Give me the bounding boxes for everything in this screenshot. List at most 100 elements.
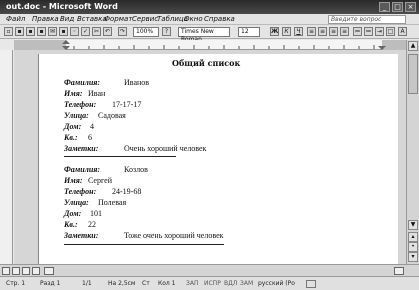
menu-view[interactable]: Вид — [60, 15, 74, 23]
scroll-left-icon[interactable] — [44, 267, 54, 275]
border-icon[interactable]: □ — [386, 27, 395, 36]
record2-phone-label: Телефон: — [64, 187, 97, 196]
scroll-right-icon[interactable] — [394, 267, 404, 275]
menu-insert[interactable]: Вставка — [77, 15, 107, 23]
record-separator — [64, 244, 224, 245]
record2-surname-label: Фамилия: — [64, 165, 101, 174]
permission-icon[interactable]: ▪ — [37, 27, 46, 36]
help-question-input[interactable]: Введите вопрос — [328, 15, 406, 24]
status-section: Разд 1 — [40, 280, 61, 287]
status-language: русский (Ро — [258, 280, 295, 287]
record1-apt-label: Кв.: — [64, 133, 78, 142]
indent-icon[interactable]: ⇥ — [375, 27, 384, 36]
title-bar: out.doc - Microsoft Word _ □ × — [0, 0, 419, 14]
justify-icon[interactable]: ≡ — [340, 27, 349, 36]
status-page: Стр. 1 — [6, 280, 26, 287]
record2-house-label: Дом: — [64, 209, 82, 218]
spelling-status-icon[interactable] — [306, 280, 316, 288]
record1-notes-value: Очень хороший человек — [124, 144, 207, 153]
next-page-icon[interactable]: ▾ — [408, 252, 418, 262]
menu-format[interactable]: Формат — [104, 15, 132, 23]
redo-icon[interactable]: ↷ — [118, 27, 127, 36]
zoom-select[interactable]: 100% — [133, 27, 159, 37]
bullets-icon[interactable]: ≔ — [364, 27, 373, 36]
font-color-icon[interactable]: A — [398, 27, 407, 36]
browse-object-icon[interactable]: • — [408, 242, 418, 252]
record2-notes-value: Тоже очень хороший человек — [124, 231, 224, 240]
status-line: Ст — [142, 280, 150, 287]
record2-phone-value: 24-19-68 — [112, 187, 142, 196]
record1-phone-label: Телефон: — [64, 100, 97, 109]
record1-house-value: 4 — [90, 122, 94, 131]
normal-view-icon[interactable] — [2, 267, 10, 275]
horizontal-scrollbar[interactable] — [0, 264, 419, 276]
print-icon[interactable]: ▪ — [59, 27, 68, 36]
record1-phone-value: 17-17-17 — [112, 100, 142, 109]
align-left-icon[interactable]: ≡ — [307, 27, 316, 36]
record1-street-value: Садовая — [98, 111, 126, 120]
menu-edit[interactable]: Правка — [32, 15, 59, 23]
document-title: Общий список — [172, 58, 241, 68]
record2-name-value: Сергей — [88, 176, 112, 185]
status-vdl[interactable]: ВДЛ — [224, 280, 237, 287]
new-document-icon[interactable]: ▫ — [4, 27, 13, 36]
status-zap[interactable]: ЗАП — [186, 280, 198, 287]
record1-surname-value: Иванов — [124, 78, 150, 87]
font-name-select[interactable]: Times New Roman — [178, 27, 230, 43]
record2-house-value: 101 — [90, 209, 102, 218]
record1-name-label: Имя: — [64, 89, 83, 98]
preview-icon[interactable]: ◦ — [70, 27, 79, 36]
bold-icon[interactable]: Ж — [270, 27, 279, 36]
print-layout-icon[interactable] — [22, 267, 30, 275]
align-right-icon[interactable]: ≡ — [329, 27, 338, 36]
status-ispr[interactable]: ИСПР — [204, 280, 221, 287]
cut-icon[interactable]: ✂ — [92, 27, 101, 36]
record2-name-label: Имя: — [64, 176, 83, 185]
menu-tools[interactable]: Сервис — [132, 15, 158, 23]
align-center-icon[interactable]: ≡ — [318, 27, 327, 36]
underline-icon[interactable]: Ч — [294, 27, 303, 36]
open-folder-icon[interactable]: ▪ — [15, 27, 24, 36]
record1-apt-value: 6 — [88, 133, 92, 142]
record2-street-value: Полевая — [98, 198, 127, 207]
numbering-icon[interactable]: ≔ — [353, 27, 362, 36]
minimize-button[interactable]: _ — [379, 2, 390, 12]
menu-help[interactable]: Справка — [204, 15, 235, 23]
vertical-ruler[interactable] — [0, 50, 13, 264]
status-column: Кол 1 — [158, 280, 176, 287]
vertical-scrollbar[interactable]: ▲ ▼ ▴ • ▾ — [406, 40, 419, 264]
save-icon[interactable]: ▪ — [26, 27, 35, 36]
outline-view-icon[interactable] — [32, 267, 40, 275]
record1-name-value: Иван — [88, 89, 106, 98]
email-icon[interactable]: ✉ — [48, 27, 57, 36]
status-bar: Стр. 1 Разд 1 1/1 На 2,5см Ст Кол 1 ЗАП … — [0, 276, 419, 290]
menu-window[interactable]: Окно — [184, 15, 203, 23]
italic-icon[interactable]: К — [282, 27, 291, 36]
spelling-icon[interactable]: ✓ — [81, 27, 90, 36]
menu-bar: Файл Правка Вид Вставка Формат Сервис Та… — [0, 14, 419, 25]
help-icon[interactable]: ? — [162, 27, 171, 36]
status-position: На 2,5см — [108, 280, 136, 287]
ruler-ticks — [14, 40, 406, 50]
maximize-button[interactable]: □ — [392, 2, 403, 12]
scroll-down-icon[interactable]: ▼ — [408, 220, 418, 230]
record-separator — [64, 156, 176, 157]
menu-file[interactable]: Файл — [6, 15, 25, 23]
record2-notes-label: Заметки: — [64, 231, 99, 240]
record2-street-label: Улица: — [64, 198, 89, 207]
font-size-select[interactable]: 12 — [238, 27, 260, 37]
record2-apt-label: Кв.: — [64, 220, 78, 229]
scroll-thumb[interactable] — [408, 54, 418, 94]
record1-house-label: Дом: — [64, 122, 82, 131]
scroll-up-icon[interactable]: ▲ — [408, 41, 418, 51]
record1-surname-label: Фамилия: — [64, 78, 101, 87]
web-view-icon[interactable] — [12, 267, 20, 275]
status-zam[interactable]: ЗАМ — [240, 280, 253, 287]
record1-street-label: Улица: — [64, 111, 89, 120]
undo-icon[interactable]: ↶ — [103, 27, 112, 36]
record1-notes-label: Заметки: — [64, 144, 99, 153]
horizontal-ruler[interactable] — [14, 40, 406, 50]
toolbar: ▫ ▪ ▪ ▪ ✉ ▪ ◦ ✓ ✂ ↶ ↷ 100% ? Times New R… — [0, 25, 419, 43]
close-button[interactable]: × — [405, 2, 416, 12]
prev-page-icon[interactable]: ▴ — [408, 232, 418, 242]
